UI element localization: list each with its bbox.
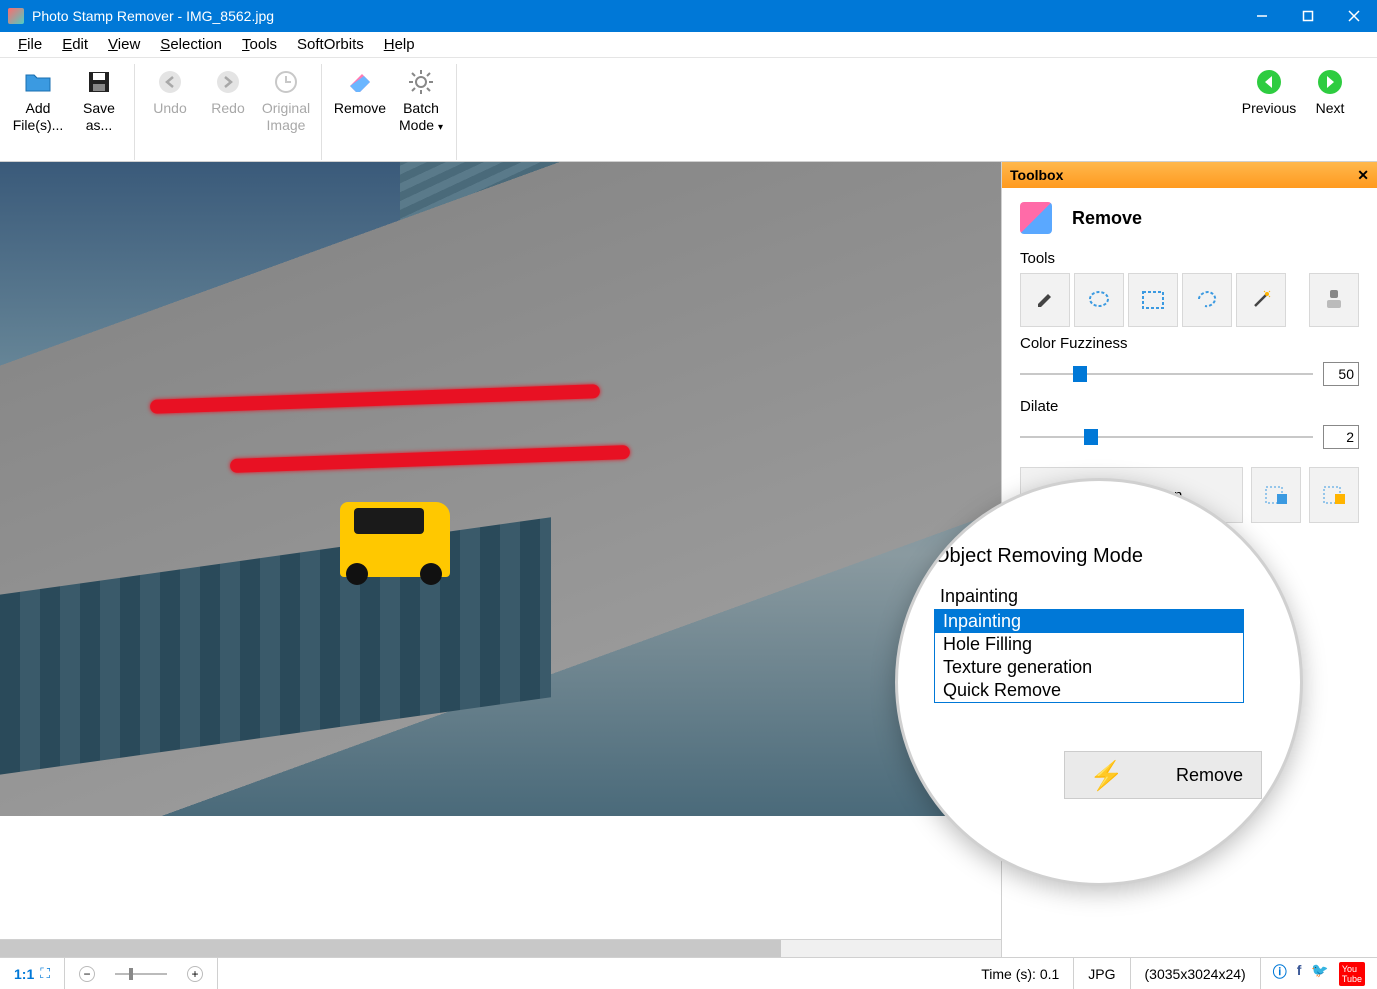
mode-option-texture-generation[interactable]: Texture generation [935, 656, 1243, 679]
load-selection-button[interactable] [1309, 467, 1359, 523]
next-icon [1301, 68, 1359, 96]
eraser-icon [328, 68, 392, 96]
remove-button[interactable]: Remove [328, 64, 392, 160]
main-toolbar: Add File(s)... Save as... Undo Redo Orig… [0, 58, 1377, 162]
gear-icon [392, 68, 450, 96]
zoom-ratio-label[interactable]: 1:1 [14, 966, 34, 982]
batch-mode-button[interactable]: Batch Mode ▾ [392, 64, 450, 160]
marker-tool-button[interactable] [1020, 273, 1070, 327]
rect-select-tool-button[interactable] [1128, 273, 1178, 327]
toolbox-header: Toolbox ✕ [1002, 162, 1377, 188]
redo-icon [199, 68, 257, 96]
dilate-slider[interactable] [1020, 427, 1313, 447]
zoom-slider[interactable] [101, 967, 181, 981]
add-files-button[interactable]: Add File(s)... [6, 64, 70, 160]
toolbox-mode-title: Remove [1072, 208, 1142, 229]
horizontal-scrollbar[interactable] [0, 939, 1001, 957]
previous-icon [1237, 68, 1301, 96]
save-icon [70, 68, 128, 96]
title-bar: Photo Stamp Remover - IMG_8562.jpg [0, 0, 1377, 32]
car-object [340, 502, 450, 577]
image-canvas[interactable] [0, 162, 1001, 816]
mode-dropdown-value[interactable]: Inpainting [940, 586, 1272, 607]
mode-option-inpainting[interactable]: Inpainting [935, 610, 1243, 633]
free-select-tool-button[interactable] [1074, 273, 1124, 327]
undo-button[interactable]: Undo [141, 64, 199, 160]
eraser-icon [1020, 202, 1052, 234]
zoom-out-button[interactable]: − [79, 966, 95, 982]
dilate-input[interactable] [1323, 425, 1359, 449]
mode-option-quick-remove[interactable]: Quick Remove [935, 679, 1243, 702]
bolt-icon: ⚡ [1089, 759, 1124, 792]
color-fuzziness-label: Color Fuzziness [1002, 327, 1377, 358]
previous-button[interactable]: Previous [1237, 64, 1301, 160]
magnifier-overlay: Object Removing Mode Inpainting Inpainti… [895, 478, 1303, 886]
original-image-button[interactable]: Original Image [257, 64, 315, 160]
menu-selection[interactable]: Selection [150, 34, 232, 55]
status-dimensions: (3035x3024x24) [1131, 958, 1261, 989]
twitter-icon[interactable]: 🐦 [1311, 962, 1328, 986]
color-fuzziness-input[interactable] [1323, 362, 1359, 386]
maximize-button[interactable] [1285, 0, 1331, 32]
magic-wand-tool-button[interactable] [1236, 273, 1286, 327]
menu-file[interactable]: File [8, 34, 52, 55]
remove-action-button[interactable]: ⚡ Remove [1064, 751, 1262, 799]
color-fuzziness-slider[interactable] [1020, 364, 1313, 384]
mode-option-hole-filling[interactable]: Hole Filling [935, 633, 1243, 656]
status-time: Time (s): 0.1 [967, 958, 1074, 989]
status-format: JPG [1074, 958, 1130, 989]
menu-edit[interactable]: Edit [52, 34, 98, 55]
status-bar: 1:1 ⛶ − + Time (s): 0.1 JPG (3035x3024x2… [0, 957, 1377, 989]
facebook-icon[interactable]: f [1297, 962, 1302, 986]
dilate-label: Dilate [1002, 390, 1377, 421]
toolbox-close-icon[interactable]: ✕ [1357, 167, 1369, 184]
fit-screen-icon[interactable]: ⛶ [40, 965, 50, 982]
info-icon[interactable]: ⓘ [1273, 962, 1287, 986]
menu-bar: File Edit View Selection Tools SoftOrbit… [0, 32, 1377, 58]
zoom-in-button[interactable]: + [187, 966, 203, 982]
close-button[interactable] [1331, 0, 1377, 32]
lasso-tool-button[interactable] [1182, 273, 1232, 327]
menu-help[interactable]: Help [374, 34, 425, 55]
minimize-button[interactable] [1239, 0, 1285, 32]
redo-button[interactable]: Redo [199, 64, 257, 160]
canvas-area [0, 162, 1001, 957]
undo-icon [141, 68, 199, 96]
mode-dropdown-list: Inpainting Hole Filling Texture generati… [934, 609, 1244, 703]
menu-tools[interactable]: Tools [232, 34, 287, 55]
menu-softorbits[interactable]: SoftOrbits [287, 34, 374, 55]
youtube-icon[interactable]: YouTube [1339, 962, 1365, 986]
clone-stamp-tool-button[interactable] [1309, 273, 1359, 327]
history-icon [257, 68, 315, 96]
next-button[interactable]: Next [1301, 64, 1359, 160]
window-title: Photo Stamp Remover - IMG_8562.jpg [32, 8, 1239, 24]
tools-label: Tools [1002, 242, 1377, 273]
object-removing-mode-label: Object Removing Mode [934, 545, 1272, 568]
folder-icon [6, 68, 70, 96]
save-as-button[interactable]: Save as... [70, 64, 128, 160]
app-icon [8, 8, 24, 24]
menu-view[interactable]: View [98, 34, 150, 55]
